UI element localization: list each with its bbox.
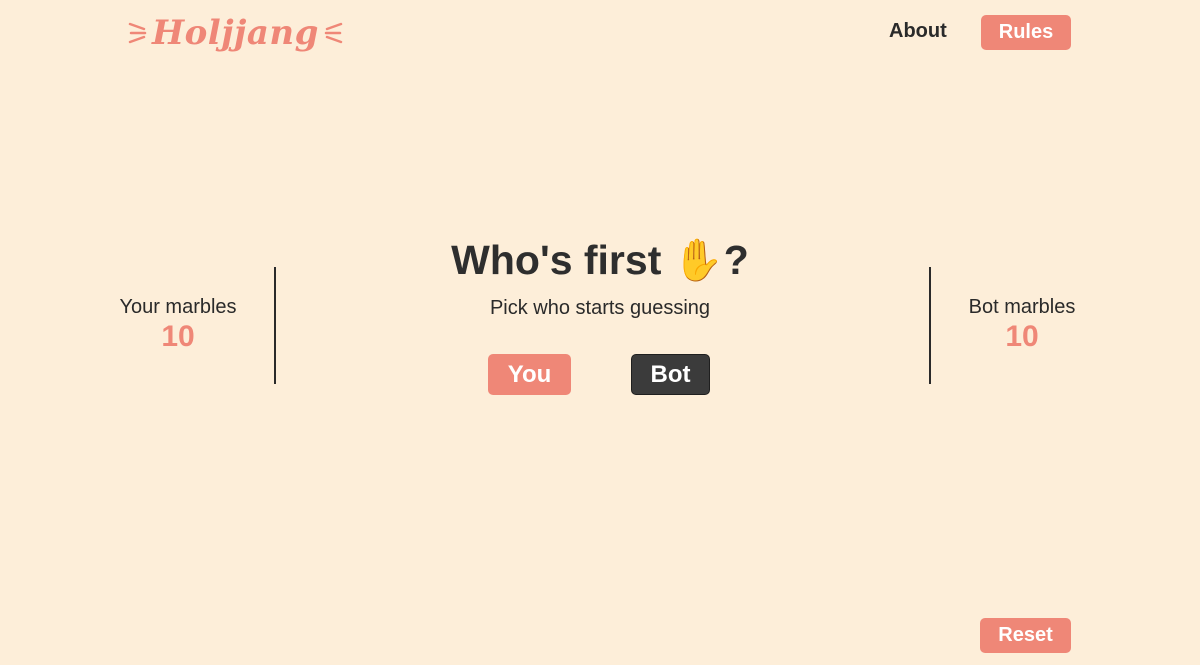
logo-text: Holjjang xyxy=(152,13,319,53)
rules-button[interactable]: Rules xyxy=(981,15,1071,50)
bot-marbles-label: Bot marbles xyxy=(968,296,1076,318)
burst-lines-right-icon xyxy=(324,22,343,44)
page-title: Who's first ✋? xyxy=(300,234,900,286)
your-marbles-count: 10 xyxy=(161,320,195,353)
logo[interactable]: Holjjang xyxy=(128,10,343,56)
bot-marbles-panel: Bot marbles 10 xyxy=(922,294,1122,354)
your-marbles-label: Your marbles xyxy=(119,296,237,318)
your-marbles-panel: Your marbles 10 xyxy=(78,294,278,354)
game-page: Holjjang About Rules Your marbles 10 Who… xyxy=(0,0,1200,665)
raised-hand-icon: ✋ xyxy=(672,237,724,283)
burst-lines-left-icon xyxy=(128,22,147,44)
bot-marbles-count: 10 xyxy=(1005,320,1039,353)
reset-button[interactable]: Reset xyxy=(980,618,1071,653)
left-divider xyxy=(274,267,276,384)
choose-you-button[interactable]: You xyxy=(488,354,571,395)
subtitle: Pick who starts guessing xyxy=(489,297,711,319)
title-text: Who's first xyxy=(451,237,673,283)
choose-bot-button[interactable]: Bot xyxy=(631,354,710,395)
nav-about-link[interactable]: About xyxy=(889,20,947,43)
title-suffix: ? xyxy=(723,237,749,283)
